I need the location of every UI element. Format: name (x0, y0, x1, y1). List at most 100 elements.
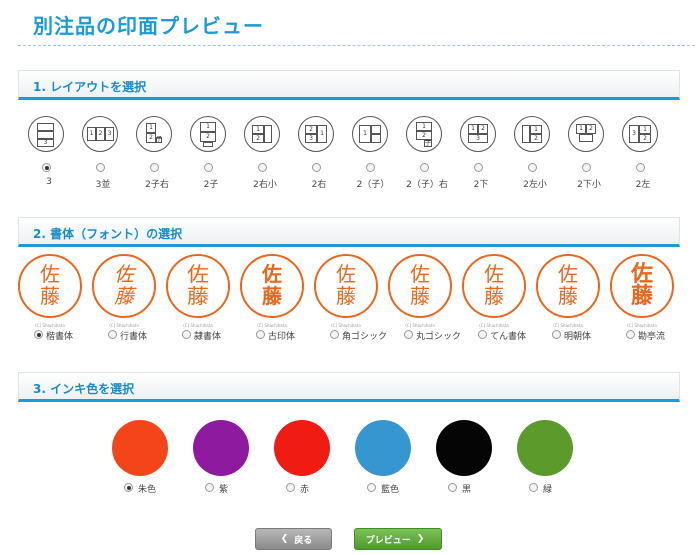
layout-option-2-right[interactable]: 2 3 1 2右 (292, 116, 346, 192)
layout-radio[interactable] (258, 163, 267, 172)
ink-option-indigo[interactable]: 藍色 (351, 420, 411, 500)
font-label: 隷書体 (194, 332, 222, 342)
ink-radio[interactable] (448, 483, 457, 492)
back-button[interactable]: ❮ 戻る (255, 528, 332, 550)
font-label: 古印体 (268, 332, 296, 342)
layout-label: 2右 (311, 180, 327, 190)
layout-option-2-bottom[interactable]: 1 2 3 2下 (454, 116, 508, 192)
seal-preview: 佐藤 (C) Shachihata (610, 254, 674, 328)
seal-preview: 佐藤 (C) Shachihata (462, 254, 526, 328)
font-radio[interactable] (330, 330, 339, 339)
font-label: 楷書体 (46, 332, 74, 342)
ink-radio[interactable] (529, 483, 538, 492)
layout-radio[interactable] (96, 163, 105, 172)
font-option-mincho[interactable]: 佐藤 (C) Shachihata 明朝体 (536, 254, 606, 346)
back-button-label: 戻る (294, 535, 313, 546)
font-radio[interactable] (552, 330, 561, 339)
ink-radio[interactable] (286, 483, 295, 492)
section-header-font: 2. 書体（フォント）の選択 (18, 217, 680, 247)
layout-label: 3並 (95, 180, 111, 190)
layout-2-left-small-icon: 1 2 (514, 116, 550, 152)
layout-radio[interactable] (204, 163, 213, 172)
font-radio[interactable] (478, 330, 487, 339)
layout-label: 2右小 (253, 180, 277, 190)
layout-label: 3 (46, 177, 52, 187)
layout-radio[interactable] (420, 163, 429, 172)
ink-swatch[interactable] (193, 420, 249, 476)
section-header-ink: 3. インキ色を選択 (18, 372, 680, 402)
ink-swatch[interactable] (355, 420, 411, 476)
font-option-reisho[interactable]: 佐藤 (C) Shachihata 隷書体 (166, 254, 236, 346)
ink-option-purple[interactable]: 紫 (189, 420, 249, 500)
layout-radio[interactable] (312, 163, 321, 172)
font-option-kaisho[interactable]: 佐藤 (C) Shachihata 楷書体 (18, 254, 88, 346)
ink-option-green[interactable]: 緑 (513, 420, 573, 500)
layout-2-left-icon: 3 1 2 (622, 116, 658, 152)
preview-button[interactable]: プレビュー ❯ (354, 528, 442, 550)
ink-radio[interactable] (205, 483, 214, 492)
font-option-maru-gothic[interactable]: 佐藤 (C) Shachihata 丸ゴシック (388, 254, 462, 346)
layout-option-2-ko-paren-right[interactable]: 1 2 子 2（子）右 (400, 116, 454, 192)
font-label: 丸ゴシック (416, 332, 462, 342)
ink-radio[interactable] (124, 483, 133, 492)
font-radio[interactable] (256, 330, 265, 339)
layout-label: 2（子） (356, 180, 390, 190)
layout-label: 2子右 (145, 180, 169, 190)
font-radio[interactable] (34, 330, 43, 339)
ink-option-red[interactable]: 赤 (270, 420, 330, 500)
layout-radio[interactable] (474, 163, 483, 172)
layout-option-2-bottom-small[interactable]: 1 2 2下小 (562, 116, 616, 192)
layout-3-icon: 3 (28, 116, 64, 152)
layout-radio[interactable] (42, 163, 51, 172)
ink-swatch[interactable] (274, 420, 330, 476)
seal-preview: 佐藤 (C) Shachihata (18, 254, 82, 328)
font-radio[interactable] (404, 330, 413, 339)
layout-label: 2下小 (577, 180, 601, 190)
ink-label: 紫 (219, 485, 229, 495)
ink-option-vermilion[interactable]: 朱色 (108, 420, 168, 500)
section-title-layout: 1. レイアウトを選択 (33, 80, 147, 94)
ink-swatch[interactable] (517, 420, 573, 476)
layout-radio[interactable] (582, 163, 591, 172)
seal-preview: 佐藤 (C) Shachihata (536, 254, 600, 328)
layout-option-3-parallel[interactable]: 1 2 3 3並 (76, 116, 130, 192)
layout-label: 2（子）右 (406, 180, 448, 190)
font-option-koin[interactable]: 佐藤 (C) Shachihata 古印体 (240, 254, 310, 346)
font-option-kaku-gothic[interactable]: 佐藤 (C) Shachihata 角ゴシック (314, 254, 388, 346)
layout-radio[interactable] (528, 163, 537, 172)
chevron-right-icon: ❯ (416, 534, 425, 544)
layout-option-2-ko-right[interactable]: 1 2 子 2子右 (130, 116, 184, 192)
layout-radio[interactable] (636, 163, 645, 172)
chevron-left-icon: ❮ (280, 534, 289, 544)
ink-swatch[interactable] (112, 420, 168, 476)
seal-preview: 佐藤 (C) Shachihata (314, 254, 378, 328)
layout-radio[interactable] (150, 163, 159, 172)
font-label: 行書体 (120, 332, 148, 342)
layout-option-2-right-small[interactable]: 1 2 2右小 (238, 116, 292, 192)
font-label: 勘亭流 (638, 332, 666, 342)
font-radio[interactable] (626, 330, 635, 339)
font-radio[interactable] (108, 330, 117, 339)
layout-option-2-left[interactable]: 3 1 2 2左 (616, 116, 670, 192)
ink-swatch[interactable] (436, 420, 492, 476)
layout-option-2-left-small[interactable]: 1 2 2左小 (508, 116, 562, 192)
layout-options: 3 3 1 2 3 3並 1 2 子 2子右 1 2 2子 1 2 2右小 2 … (22, 116, 682, 192)
layout-2-right-small-icon: 1 2 (244, 116, 280, 152)
font-option-kanteiryu[interactable]: 佐藤 (C) Shachihata 勘亭流 (610, 254, 680, 346)
ink-option-black[interactable]: 黒 (432, 420, 492, 500)
layout-radio[interactable] (366, 163, 375, 172)
seal-preview: 佐藤 (C) Shachihata (92, 254, 156, 328)
layout-3-parallel-icon: 1 2 3 (82, 116, 118, 152)
font-options: 佐藤 (C) Shachihata 楷書体 佐藤 (C) Shachihata 行書… (18, 254, 682, 346)
font-radio[interactable] (182, 330, 191, 339)
layout-option-3[interactable]: 3 3 (22, 116, 76, 192)
seal-preview: 佐藤 (C) Shachihata (388, 254, 452, 328)
layout-option-2-ko-paren[interactable]: 1 2（子） (346, 116, 400, 192)
ink-radio[interactable] (367, 483, 376, 492)
title-divider (18, 45, 695, 46)
font-label: 角ゴシック (342, 332, 388, 342)
layout-option-2-ko[interactable]: 1 2 2子 (184, 116, 238, 192)
font-option-gyosho[interactable]: 佐藤 (C) Shachihata 行書体 (92, 254, 162, 346)
layout-2-right-icon: 2 3 1 (298, 116, 334, 152)
font-option-tensho[interactable]: 佐藤 (C) Shachihata てん書体 (462, 254, 532, 346)
